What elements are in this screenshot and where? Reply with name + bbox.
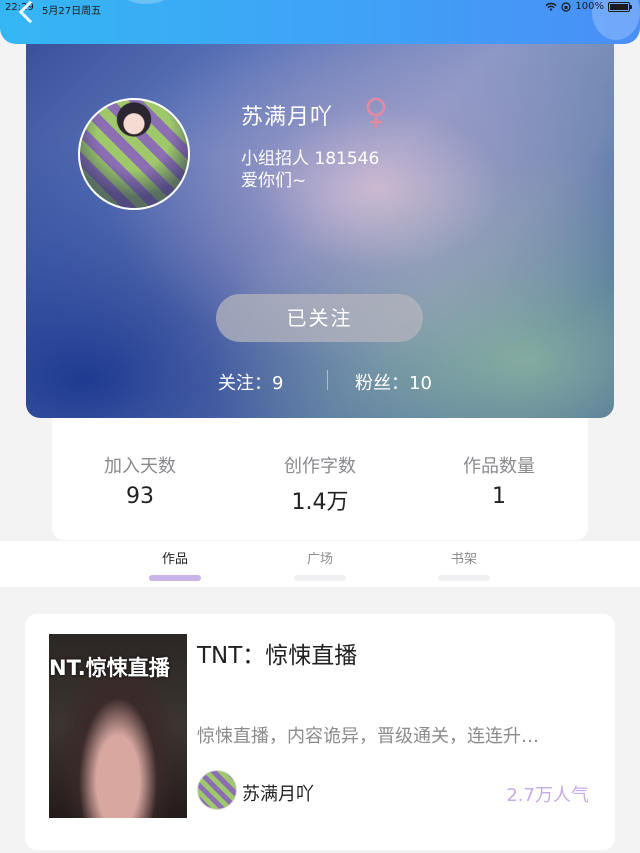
tab-works[interactable]: 作品: [135, 548, 215, 581]
stats-card: 加入天数 93 创作字数 1.4万 作品数量 1: [52, 418, 588, 540]
stat-value: 1: [492, 484, 506, 509]
stat-join-days: 加入天数 93: [60, 452, 220, 509]
tab-indicator: [149, 575, 201, 581]
author-name[interactable]: 苏满月吖: [242, 780, 314, 806]
avatar[interactable]: [78, 98, 190, 210]
fans-count[interactable]: 粉丝：10: [355, 369, 432, 395]
tab-indicator: [438, 575, 490, 581]
header-decoration: [118, 0, 174, 4]
book-cover[interactable]: NT.惊悚直播: [49, 634, 187, 818]
stat-label: 加入天数: [104, 456, 176, 477]
username: 苏满月吖: [241, 105, 334, 130]
tab-bar: 作品 广场 书架: [0, 541, 640, 587]
battery-icon: [608, 1, 632, 12]
follow-button[interactable]: 已关注: [216, 294, 423, 342]
orientation-lock-icon: [561, 1, 572, 12]
work-description: 惊悚直播，内容诡异，晋级通关，连连升…: [197, 726, 539, 747]
wifi-icon: [545, 2, 557, 11]
stat-label: 作品数量: [463, 456, 535, 477]
work-card[interactable]: NT.惊悚直播 TNT：惊悚直播 惊悚直播，内容诡异，晋级通关，连连升… 苏满月…: [25, 614, 615, 850]
work-title[interactable]: TNT：惊悚直播: [197, 636, 357, 670]
stat-value: 93: [126, 484, 154, 509]
tab-label: 广场: [306, 552, 333, 567]
tab-label: 书架: [450, 552, 477, 567]
status-date: 5月27日周五: [42, 6, 102, 17]
following-count[interactable]: 关注：9: [218, 369, 283, 395]
divider: [327, 370, 328, 390]
status-indicators: 100%: [545, 1, 632, 12]
profile-hero-card: 苏满月吖 小组招人 181546 爱你们~ 已关注 关注：9 粉丝：10: [26, 36, 614, 418]
stat-word-count: 创作字数 1.4万: [240, 452, 400, 516]
battery-percent: 100%: [575, 1, 604, 12]
cover-title: NT.惊悚直播: [49, 656, 170, 680]
popularity-count: 2.7万人气: [506, 785, 589, 806]
bio-line: 爱你们~: [241, 171, 307, 191]
female-gender-icon: [366, 97, 386, 128]
tab-label: 作品: [161, 552, 188, 567]
tab-indicator: [294, 575, 346, 581]
tab-plaza[interactable]: 广场: [280, 548, 360, 581]
tab-bookshelf[interactable]: 书架: [424, 548, 504, 581]
stat-works-count: 作品数量 1: [419, 452, 579, 509]
header-bar: 22:29 5月27日周五 100%: [0, 0, 640, 44]
stat-label: 创作字数: [284, 456, 356, 477]
author-avatar[interactable]: [197, 770, 237, 810]
stat-value: 1.4万: [291, 490, 349, 515]
